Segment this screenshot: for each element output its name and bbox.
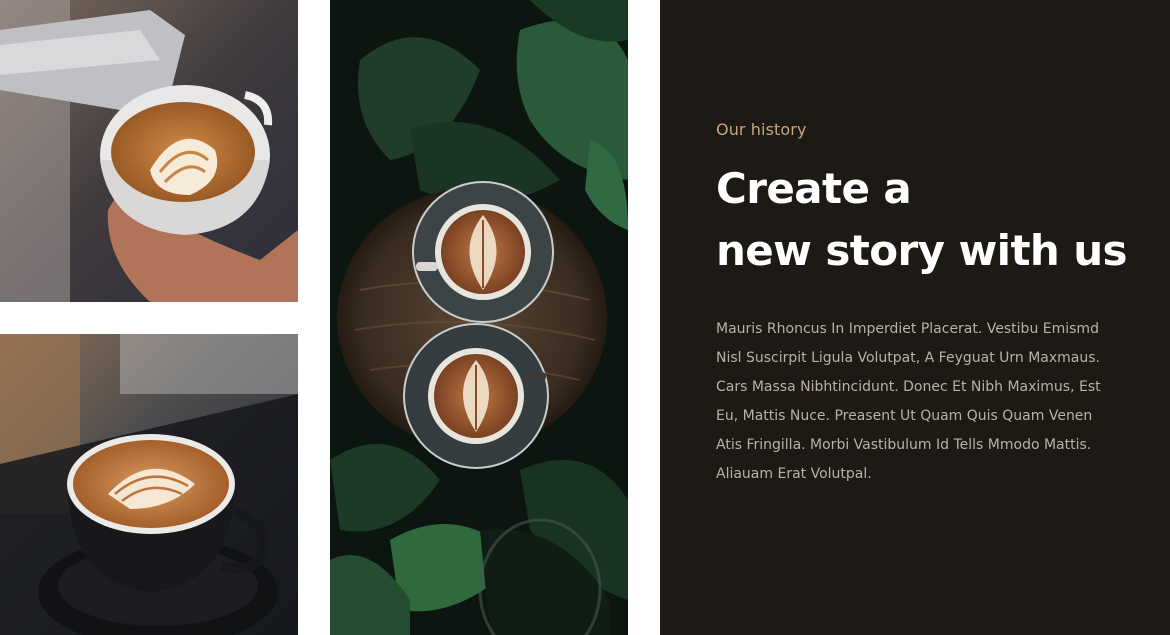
section-eyebrow: Our history xyxy=(716,120,807,139)
latte-art-pour-photo xyxy=(0,0,298,302)
plants-two-cups-photo xyxy=(330,0,628,635)
section-heading: Create a new story with us xyxy=(716,158,1156,282)
dark-cup-latte-photo xyxy=(0,334,298,635)
heading-line-2: new story with us xyxy=(716,226,1128,275)
section-body: Mauris Rhoncus In Imperdiet Placerat. Ve… xyxy=(716,321,1101,482)
heading-line-1: Create a xyxy=(716,164,912,213)
history-panel: Our history Create a new story with us M… xyxy=(660,0,1170,635)
